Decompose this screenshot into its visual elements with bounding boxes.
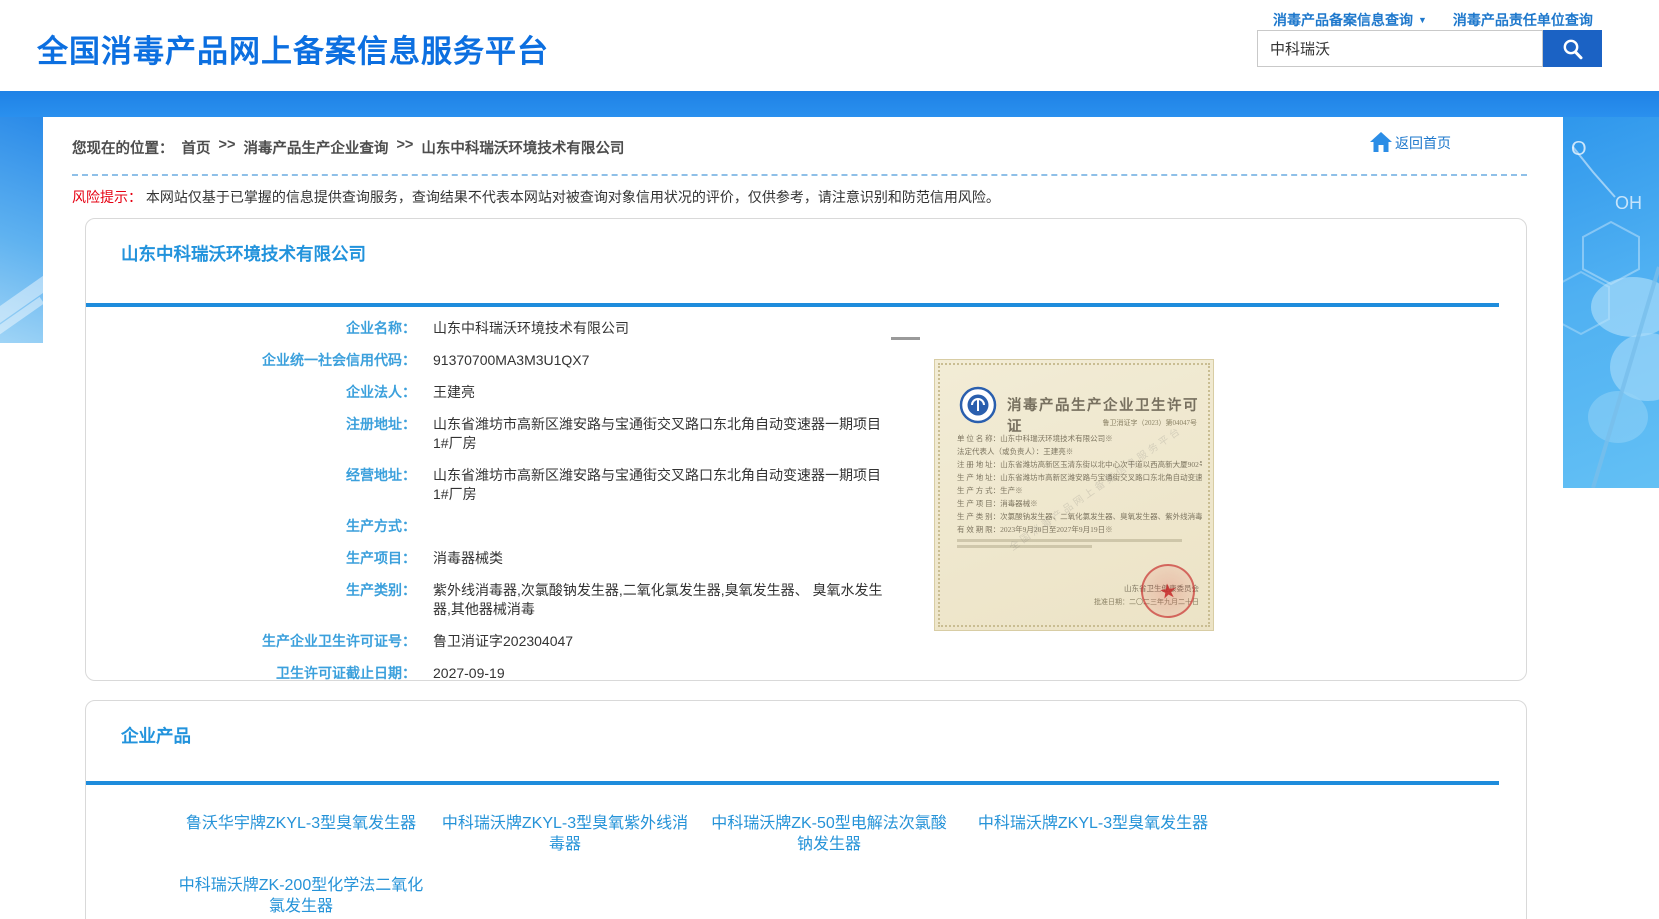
company-fields: 企业名称： 山东中科瑞沃环境技术有限公司 企业统一社会信用代码： 9137070… — [121, 319, 901, 696]
company-card-title: 山东中科瑞沃环境技术有限公司 — [121, 241, 366, 266]
nav-filing-query-link[interactable]: 消毒产品备案信息查询 ▼ — [1273, 10, 1427, 30]
breadcrumb-separator: >> — [396, 137, 413, 158]
red-seal-icon: ★ — [1138, 561, 1199, 622]
page-header: 全国消毒产品网上备案信息服务平台 消毒产品备案信息查询 ▼ 消毒产品责任单位查询 — [0, 0, 1659, 91]
product-link[interactable]: 中科瑞沃牌ZK-200型化学法二氧化氯发生器 — [176, 875, 426, 917]
company-info-card: 山东中科瑞沃环境技术有限公司 企业名称： 山东中科瑞沃环境技术有限公司 企业统一… — [85, 218, 1527, 681]
field-license-expiry: 卫生许可证截止日期： 2027-09-19 — [121, 664, 901, 683]
breadcrumb-separator: >> — [219, 137, 236, 158]
risk-label: 风险提示： — [72, 189, 142, 205]
certificate-title: 消毒产品生产企业卫生许可证 — [1007, 394, 1213, 436]
search-bar — [1257, 30, 1602, 67]
molecule-oh-label: OH — [1615, 193, 1642, 213]
search-icon — [1561, 37, 1585, 61]
certificate-emblem-icon — [959, 386, 997, 424]
card-title-underline — [86, 781, 1499, 785]
breadcrumb-current: 山东中科瑞沃环境技术有限公司 — [421, 137, 624, 158]
breadcrumb-prefix: 您现在的位置： — [72, 137, 174, 158]
product-link[interactable]: 鲁沃华宇牌ZKYL-3型臭氧发生器 — [176, 813, 426, 855]
search-button[interactable] — [1543, 30, 1602, 67]
field-company-name: 企业名称： 山东中科瑞沃环境技术有限公司 — [121, 319, 901, 338]
field-production-category: 生产类别： 紫外线消毒器,次氯酸钠发生器,二氧化氯发生器,臭氧发生器、 臭氧水发… — [121, 581, 901, 619]
field-business-address: 经营地址： 山东省潍坊市高新区潍安路与宝通街交叉路口东北角自动变速器一期项目1#… — [121, 466, 901, 504]
left-background-art — [0, 117, 43, 343]
site-title: 全国消毒产品网上备案信息服务平台 — [37, 26, 549, 71]
risk-notice: 风险提示： 本网站仅基于已掌握的信息提供查询服务，查询结果不代表本网站对被查询对… — [72, 187, 1000, 207]
return-home-link[interactable]: 返回首页 — [1369, 131, 1451, 153]
field-license-number: 生产企业卫生许可证号： 鲁卫消证字202304047 — [121, 632, 901, 651]
certificate-fields: 单 位 名 称：山东中科瑞沃环境技术有限公司※ 法定代表人（或负责人）：王建亮※… — [957, 432, 1202, 551]
breadcrumb-home[interactable]: 首页 — [182, 137, 211, 158]
product-link[interactable]: 中科瑞沃牌ZKYL-3型臭氧紫外线消毒器 — [440, 813, 690, 855]
field-legal-person: 企业法人： 王建亮 — [121, 383, 901, 402]
header-accent-band — [0, 91, 1659, 117]
certificate-fine-print — [957, 539, 1202, 551]
top-nav: 消毒产品备案信息查询 ▼ 消毒产品责任单位查询 — [1273, 10, 1613, 30]
product-link[interactable]: 中科瑞沃牌ZKYL-3型臭氧发生器 — [968, 813, 1218, 855]
search-input[interactable] — [1257, 30, 1543, 67]
card-title-underline — [86, 303, 1499, 307]
field-production-mode: 生产方式： — [121, 517, 901, 536]
field-credit-code: 企业统一社会信用代码： 91370700MA3M3U1QX7 — [121, 351, 901, 370]
certificate-image-dash — [891, 337, 920, 340]
hygiene-license-certificate-image: 消毒产品生产企业卫生许可证 鲁卫消证字（2023）第04047号 单 位 名 称… — [934, 359, 1214, 631]
product-link[interactable]: 中科瑞沃牌ZK-50型电解法次氯酸钠发生器 — [704, 813, 954, 855]
nav-unit-query-link[interactable]: 消毒产品责任单位查询 — [1453, 10, 1593, 30]
product-list: 鲁沃华宇牌ZKYL-3型臭氧发生器 中科瑞沃牌ZKYL-3型臭氧紫外线消毒器 中… — [176, 813, 1256, 917]
breadcrumb: 您现在的位置： 首页 >> 消毒产品生产企业查询 >> 山东中科瑞沃环境技术有限… — [72, 137, 624, 158]
chevron-down-icon: ▼ — [1418, 15, 1427, 25]
field-registered-address: 注册地址： 山东省潍坊市高新区潍安路与宝通街交叉路口东北角自动变速器一期项目1#… — [121, 415, 901, 453]
chemistry-background-art: O OH — [1563, 117, 1659, 488]
risk-text: 本网站仅基于已掌握的信息提供查询服务，查询结果不代表本网站对被查询对象信用状况的… — [146, 189, 1000, 205]
certificate-number: 鲁卫消证字（2023）第04047号 — [1103, 418, 1198, 428]
company-products-card: 企业产品 鲁沃华宇牌ZKYL-3型臭氧发生器 中科瑞沃牌ZKYL-3型臭氧紫外线… — [85, 700, 1527, 919]
main-content: 您现在的位置： 首页 >> 消毒产品生产企业查询 >> 山东中科瑞沃环境技术有限… — [43, 117, 1563, 919]
field-production-project: 生产项目： 消毒器械类 — [121, 549, 901, 568]
dashed-divider — [72, 174, 1527, 176]
products-card-title: 企业产品 — [121, 723, 191, 748]
breadcrumb-section[interactable]: 消毒产品生产企业查询 — [243, 137, 388, 158]
home-icon — [1369, 131, 1393, 153]
